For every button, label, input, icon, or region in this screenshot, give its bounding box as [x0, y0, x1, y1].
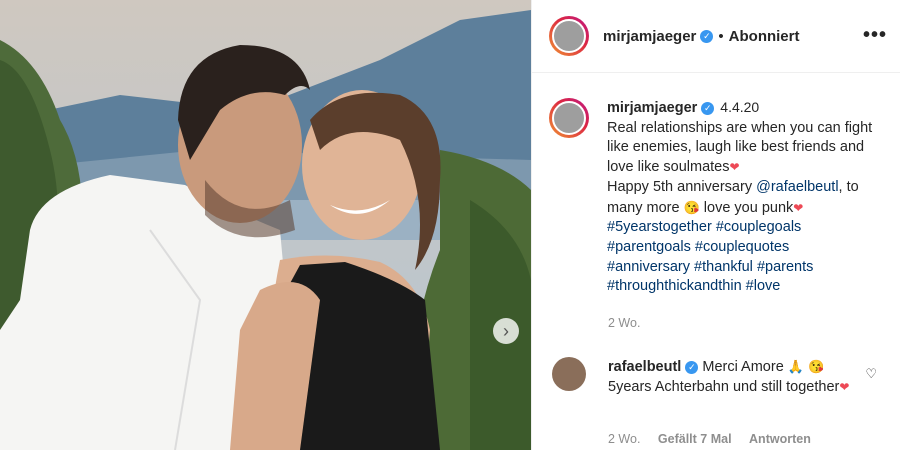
- follow-status-button[interactable]: Abonniert: [729, 28, 800, 45]
- hashtag-link[interactable]: #parents: [757, 259, 813, 275]
- more-options-icon[interactable]: •••: [863, 24, 887, 47]
- caption-line: Real relationships are when you can figh…: [607, 119, 873, 176]
- hashtag-link[interactable]: #couplegoals: [716, 219, 801, 235]
- header-username[interactable]: mirjamjaeger: [603, 28, 696, 45]
- hashtag-link[interactable]: #parentgoals: [607, 239, 691, 255]
- caption-line: Happy 5th anniversary: [607, 178, 753, 195]
- caption-text: mirjamjaeger ✓ 4.4.20 Real relationships a…: [607, 98, 877, 297]
- prayer-emoji-icon: 🙏: [787, 359, 804, 374]
- caption-username[interactable]: mirjamjaeger: [607, 100, 697, 116]
- comment-age: 2 Wo.: [608, 432, 641, 446]
- caption-date: 4.4.20: [720, 99, 760, 115]
- chevron-right-icon: ›: [503, 321, 509, 341]
- separator-dot: •: [718, 27, 724, 45]
- hashtag-link[interactable]: #love: [746, 278, 781, 294]
- comment-text: rafaelbeutl ✓ Merci Amore 🙏 😘 5years Acht…: [608, 357, 858, 397]
- hashtag-link[interactable]: #5yearstogether: [607, 219, 712, 235]
- post-header: mirjamjaeger ✓ • Abonniert •••: [532, 0, 900, 73]
- kiss-emoji-icon: 😘: [808, 359, 825, 374]
- mention-link[interactable]: @rafaelbeutl: [756, 179, 838, 195]
- comment: rafaelbeutl ✓ Merci Amore 🙏 😘 5years Acht…: [552, 357, 892, 397]
- post-photo[interactable]: ›: [0, 0, 531, 450]
- hashtag-link[interactable]: #thankful: [694, 259, 753, 275]
- photo-image: [0, 0, 531, 450]
- comment-likes-link[interactable]: Gefällt 7 Mal: [658, 432, 732, 446]
- hashtag-link[interactable]: #anniversary: [607, 259, 690, 275]
- avatar: [552, 101, 586, 135]
- reply-button[interactable]: Antworten: [749, 432, 811, 446]
- post-side-panel: mirjamjaeger ✓ • Abonniert ••• mirjamjae…: [531, 0, 900, 450]
- post-age: 2 Wo.: [608, 316, 641, 330]
- comment-line: Merci Amore: [702, 359, 784, 375]
- caption-avatar[interactable]: [549, 98, 589, 138]
- hashtag-link[interactable]: #couplequotes: [695, 239, 789, 255]
- comment-avatar[interactable]: [552, 357, 586, 391]
- red-heart-icon: ❤: [793, 200, 804, 215]
- carousel-next-button[interactable]: ›: [493, 318, 519, 344]
- header-avatar[interactable]: [549, 16, 589, 56]
- caption-line: love you punk: [703, 199, 794, 216]
- verified-icon: ✓: [685, 360, 699, 374]
- red-heart-icon: ❤: [729, 160, 740, 175]
- comment-username[interactable]: rafaelbeutl: [608, 359, 681, 375]
- like-comment-heart-icon[interactable]: ♡: [865, 366, 877, 382]
- verified-icon: ✓: [701, 101, 715, 115]
- avatar: [552, 19, 586, 53]
- verified-icon: ✓: [700, 29, 714, 43]
- comment-meta: 2 Wo. Gefällt 7 Mal Antworten: [608, 432, 825, 446]
- caption: mirjamjaeger ✓ 4.4.20 Real relationships a…: [549, 98, 889, 297]
- comment-line: 5years Achterbahn und still together: [608, 378, 840, 395]
- kiss-emoji-icon: 😘: [683, 199, 700, 215]
- hashtag-link[interactable]: #throughthickandthin: [607, 278, 742, 294]
- red-heart-icon: ❤: [839, 379, 850, 394]
